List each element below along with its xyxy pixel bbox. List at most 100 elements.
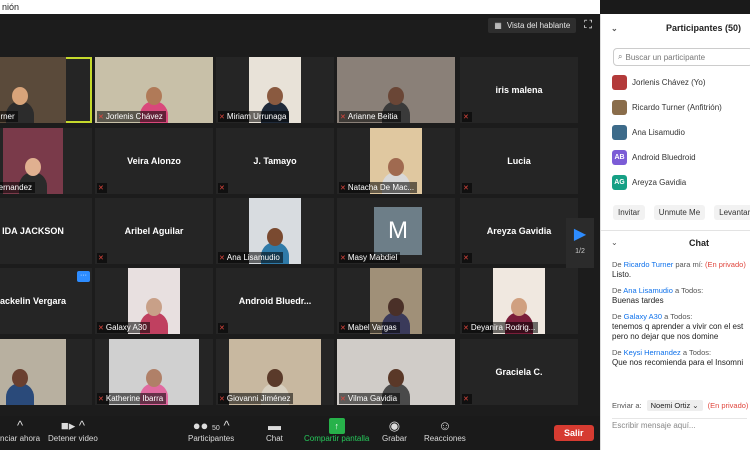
chat-message: De Galaxy A30 a Todos: tenemos q aprende…: [601, 312, 750, 342]
participant-search-input[interactable]: ⌕ Buscar un participante: [613, 48, 750, 66]
leave-button[interactable]: Salir: [554, 425, 594, 441]
send-to-select[interactable]: Noemi Ortiz ⌄: [646, 400, 703, 411]
more-options-icon[interactable]: ···: [77, 271, 90, 282]
participant-name-label: ✕ Masy Mabdiel: [339, 252, 401, 263]
person-head: [388, 298, 404, 316]
participant-name-label: ✕ Vilma Gavidia: [339, 393, 401, 404]
participants-count: 50: [212, 425, 220, 432]
video-tile[interactable]: ✕si Hernandez: [0, 128, 92, 194]
chat-recipient: a Todos:: [672, 286, 704, 295]
participant-name-label: ✕si Hernandez: [0, 182, 36, 193]
participant-name-label: ✕: [97, 253, 107, 263]
video-tile[interactable]: ackelin Vergara···✕: [0, 268, 92, 334]
muted-mic-icon: ✕: [219, 185, 225, 192]
video-tile[interactable]: ✕a: [0, 339, 92, 405]
video-tile[interactable]: ✕ Vilma Gavidia: [337, 339, 455, 405]
chat-message-meta: De Ricardo Turner para mí: (En privado): [612, 260, 750, 270]
chat-label: Chat: [266, 434, 283, 443]
participant-name-label: ✕: [462, 253, 472, 263]
video-tile[interactable]: iris malena ✕: [460, 57, 578, 123]
video-tile[interactable]: M ✕ Masy Mabdiel: [337, 198, 455, 264]
muted-mic-icon: ✕: [98, 324, 104, 332]
participant-name: Vilma Gavidia: [347, 394, 398, 403]
chat-prefix: De: [612, 260, 624, 269]
participant-list-item[interactable]: Ricardo Turner (Anfitrión): [601, 95, 750, 120]
chat-title: Chat: [689, 237, 709, 248]
participant-name-large: J. Tamayo: [253, 156, 297, 166]
video-tile[interactable]: ✕ Katherine Ibarra: [95, 339, 213, 405]
participant-name-label: ✕ Katherine Ibarra: [97, 393, 167, 404]
participant-list-item[interactable]: Ana Lisamudio: [601, 120, 750, 145]
participant-name-label: ✕ Jorlenis Chávez: [97, 111, 166, 122]
video-tile[interactable]: IDA JACKSON✕: [0, 198, 92, 264]
chat-compose-input[interactable]: Escribir mensaje aquí...: [612, 418, 747, 430]
chat-prefix: De: [612, 348, 624, 357]
chat-recipient: para mí:: [673, 260, 705, 269]
video-tile[interactable]: ✕ Jorlenis Chávez: [95, 57, 213, 123]
muted-mic-icon: ✕: [340, 395, 346, 403]
chat-header: ⌄ Chat: [601, 230, 750, 254]
window-title: nión: [0, 0, 600, 14]
fullscreen-icon[interactable]: ⛶: [584, 19, 592, 32]
video-tile[interactable]: Areyza Gavidia ✕: [460, 198, 578, 264]
video-tile[interactable]: ✕ Deyanira Rodrig...: [460, 268, 578, 334]
video-tile[interactable]: ✕ Ana Lisamudio: [216, 198, 334, 264]
chat-button[interactable]: ▬ Chat: [266, 418, 283, 443]
participant-name-large: Aribel Aguilar: [124, 226, 184, 236]
chevron-down-icon[interactable]: ⌄: [611, 24, 618, 33]
video-tile[interactable]: ✕ Mabel Vargas: [337, 268, 455, 334]
search-icon: ⌕: [618, 52, 623, 61]
video-tile[interactable]: Lucia ✕: [460, 128, 578, 194]
participant-list: Jorlenis Chávez (Yo) Ricardo Turner (Anfi…: [601, 70, 750, 195]
video-tile[interactable]: ✕ Galaxy A30: [95, 268, 213, 334]
share-screen-button[interactable]: ↑ Compartir pantalla: [304, 418, 369, 443]
video-tile[interactable]: J. Tamayo ✕: [216, 128, 334, 194]
participant-action-button[interactable]: Unmute Me: [653, 205, 706, 220]
video-tile[interactable]: Aribel Aguilar ✕: [95, 198, 213, 264]
participant-name-label: ✕o Turner: [0, 111, 18, 122]
stop-video-button[interactable]: ■▸ ^ Detener video: [48, 418, 98, 443]
muted-mic-icon: ✕: [219, 254, 225, 262]
person-head: [146, 298, 162, 316]
participant-list-name: Ana Lisamudio: [632, 128, 685, 137]
participants-button[interactable]: ●● 50 ^ Participantes: [188, 418, 234, 443]
send-to-private: (En privado): [707, 401, 749, 410]
video-tile[interactable]: ✕ Miriam Urrunaga: [216, 57, 334, 123]
video-tile[interactable]: ✕ Giovanni Jiménez: [216, 339, 334, 405]
participant-name: Deyanira Rodrig...: [470, 323, 536, 332]
chevron-down-icon[interactable]: ⌄: [611, 238, 618, 247]
participants-title: Participantes (50): [666, 23, 742, 33]
muted-mic-icon: ✕: [463, 324, 469, 332]
participant-name-large: iris malena: [495, 85, 543, 95]
reactions-label: Reacciones: [424, 434, 466, 443]
participant-name-label: ✕: [462, 183, 472, 193]
send-to-value: Noemi Ortiz: [650, 401, 691, 410]
share-screen-label: Compartir pantalla: [304, 434, 370, 443]
person-head: [267, 87, 283, 105]
chat-sender: Ricardo Turner: [623, 260, 674, 269]
participant-name-label: ✕ Giovanni Jiménez: [218, 393, 294, 404]
video-tile[interactable]: ✕ Natacha De Mac...: [337, 128, 455, 194]
video-tile[interactable]: Android Bluedr... ✕: [216, 268, 334, 334]
participant-name: Natacha De Mac...: [347, 183, 415, 192]
participant-list-item[interactable]: AG Areyza Gavidia: [601, 170, 750, 195]
record-button[interactable]: ◉ Grabar: [382, 418, 407, 443]
video-tile[interactable]: Graciela C. ✕: [460, 339, 578, 405]
reactions-button[interactable]: ☺ Reacciones: [424, 418, 466, 443]
participant-action-button[interactable]: Invitar: [613, 205, 645, 220]
chat-message-meta: De Keysi Hernandez a Todos:: [612, 348, 750, 358]
start-audio-button[interactable]: ^ nciar ahora: [0, 418, 40, 443]
participant-name: Ana Lisamudio: [226, 253, 280, 262]
video-tile[interactable]: ✕ Arianne Beitia: [337, 57, 455, 123]
person-head: [146, 369, 162, 387]
chat-prefix: De: [612, 312, 624, 321]
participant-action-button[interactable]: Levantar: [714, 205, 750, 220]
avatar: [612, 75, 627, 90]
video-tile[interactable]: ✕o Turner: [0, 57, 92, 123]
video-tile[interactable]: Veira Alonzo ✕: [95, 128, 213, 194]
participant-list-item[interactable]: AB Android Bluedroid: [601, 145, 750, 170]
arrow-right-icon: ▶: [573, 226, 587, 243]
speaker-view-button[interactable]: ▦ Vista del hablante: [488, 18, 577, 33]
next-page-button[interactable]: ▶ 1/2: [566, 218, 594, 268]
participant-list-item[interactable]: Jorlenis Chávez (Yo): [601, 70, 750, 95]
